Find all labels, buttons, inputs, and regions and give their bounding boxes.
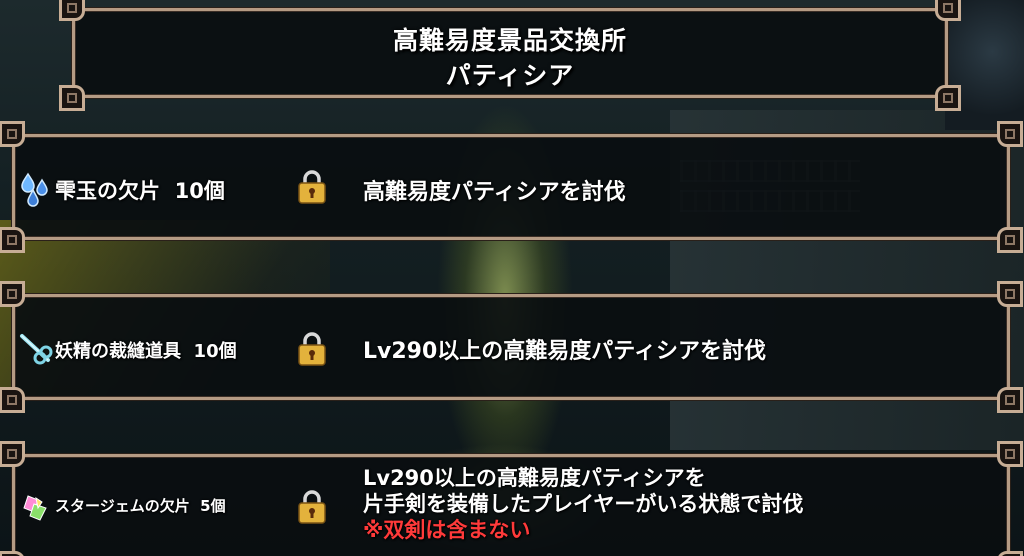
title-panel: 高難易度景品交換所 パティシア — [59, 0, 961, 111]
frame-corner — [0, 281, 25, 307]
frame-corner — [997, 387, 1023, 413]
frame-corner — [997, 227, 1023, 253]
water-drop-shards-icon — [15, 169, 55, 209]
frame-corner — [0, 387, 25, 413]
item-name: スタージェムの欠片 5個 — [55, 497, 226, 515]
sewing-tool-icon — [15, 329, 55, 369]
page-subtitle: パティシア — [445, 61, 575, 90]
reward-row[interactable]: 妖精の裁縫道具 10個 Lv290以上の高難易度パティシアを討伐 — [0, 281, 1023, 413]
reward-row[interactable]: スタージェムの欠片 5個 Lv290以上の高難易度パティシアを 片手剣を装備した… — [0, 441, 1023, 556]
frame-corner — [997, 121, 1023, 147]
frame-corner — [997, 441, 1023, 467]
star-gem-shard-icon — [15, 487, 55, 527]
item-name: 雫玉の欠片 10個 — [55, 179, 225, 203]
frame-corner — [0, 551, 25, 556]
unlock-condition: Lv290以上の高難易度パティシアを討伐 — [363, 339, 766, 364]
frame-corner — [0, 121, 25, 147]
frame-corner — [0, 227, 25, 253]
lock-icon — [297, 169, 327, 205]
frame-corner — [935, 0, 961, 21]
condition-note: ※双剣は含まない — [363, 518, 531, 542]
lock-icon — [297, 331, 327, 367]
frame-corner — [997, 281, 1023, 307]
frame-corner — [59, 0, 85, 21]
unlock-condition: Lv290以上の高難易度パティシアを 片手剣を装備したプレイヤーがいる状態で討伐… — [363, 466, 804, 542]
unlock-condition: 高難易度パティシアを討伐 — [363, 180, 626, 205]
item-name: 妖精の裁縫道具 10個 — [55, 341, 237, 362]
frame-corner — [997, 551, 1023, 556]
page-title: 高難易度景品交換所 — [392, 26, 627, 55]
reward-row[interactable]: 雫玉の欠片 10個 高難易度パティシアを討伐 — [0, 121, 1023, 253]
frame-corner — [0, 441, 25, 467]
lock-icon — [297, 489, 327, 525]
